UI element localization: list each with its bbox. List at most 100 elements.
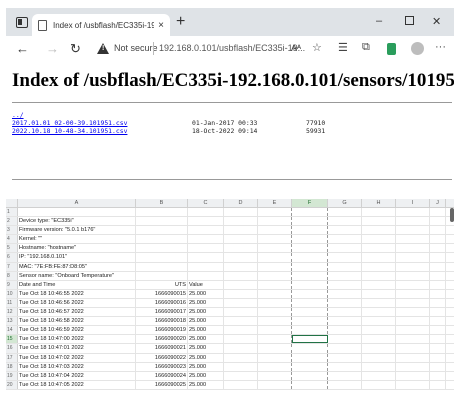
empty-cell[interactable]	[328, 226, 362, 235]
cell-a[interactable]: Kernel: ""	[18, 235, 136, 244]
empty-cell[interactable]	[430, 262, 446, 271]
empty-cell[interactable]	[258, 271, 292, 280]
column-header[interactable]: C	[188, 199, 224, 207]
cell-a[interactable]: Tue Oct 18 10:47:05 2022	[18, 380, 136, 389]
forward-icon[interactable]: →	[46, 41, 59, 56]
empty-cell[interactable]	[258, 380, 292, 389]
empty-cell[interactable]	[258, 235, 292, 244]
empty-cell[interactable]	[258, 298, 292, 308]
browser-tab[interactable]: Index of /usbflash/EC335i-192.1 ×	[32, 14, 170, 36]
row-header[interactable]: 1	[6, 208, 18, 217]
empty-cell[interactable]	[224, 326, 258, 335]
empty-cell[interactable]	[224, 362, 258, 371]
cell-a[interactable]: Tue Oct 18 10:47:01 2022	[18, 344, 136, 353]
new-tab-button[interactable]: +	[176, 14, 185, 30]
row-header[interactable]: 17	[6, 353, 18, 362]
read-aloud-icon[interactable]: Aᴬ	[291, 43, 301, 53]
cell-c[interactable]: 25.000	[188, 317, 224, 326]
cell-c[interactable]	[188, 208, 224, 217]
select-all-corner[interactable]	[6, 199, 18, 207]
cell-b[interactable]: UTS	[136, 280, 188, 289]
empty-cell[interactable]	[430, 326, 446, 335]
file-link[interactable]: 2017.01.01_02-00-39.101951.csv	[12, 119, 127, 127]
cell-a[interactable]: Tue Oct 18 10:47:04 2022	[18, 371, 136, 380]
empty-cell[interactable]	[362, 380, 396, 389]
cell-b[interactable]	[136, 244, 188, 253]
empty-cell[interactable]	[258, 362, 292, 371]
empty-cell[interactable]	[430, 280, 446, 289]
empty-cell[interactable]	[362, 298, 396, 308]
empty-cell[interactable]	[362, 335, 396, 344]
empty-cell[interactable]	[328, 244, 362, 253]
cell-a[interactable]: Hostname: "hostname"	[18, 244, 136, 253]
empty-cell[interactable]	[292, 253, 328, 262]
tab-actions-icon[interactable]	[16, 16, 28, 28]
cell-a[interactable]: Tue Oct 18 10:47:02 2022	[18, 353, 136, 362]
empty-cell[interactable]	[328, 308, 362, 317]
empty-cell[interactable]	[362, 226, 396, 235]
column-header[interactable]: A	[18, 199, 136, 207]
cell-b[interactable]: 1666090016	[136, 298, 188, 308]
empty-cell[interactable]	[224, 289, 258, 298]
empty-cell[interactable]	[328, 262, 362, 271]
empty-cell[interactable]	[258, 226, 292, 235]
empty-cell[interactable]	[430, 371, 446, 380]
cell-b[interactable]: 1666090015	[136, 289, 188, 298]
cell-c[interactable]: 25.000	[188, 380, 224, 389]
cell-c[interactable]	[188, 253, 224, 262]
empty-cell[interactable]	[396, 217, 430, 226]
cell-b[interactable]	[136, 253, 188, 262]
empty-cell[interactable]	[430, 335, 446, 344]
row-header[interactable]: 18	[6, 362, 18, 371]
cell-b[interactable]: 1666090025	[136, 380, 188, 389]
cell-c[interactable]: 25.000	[188, 344, 224, 353]
row-header[interactable]: 12	[6, 308, 18, 317]
empty-cell[interactable]	[292, 244, 328, 253]
empty-cell[interactable]	[430, 208, 446, 217]
cell-b[interactable]	[136, 208, 188, 217]
empty-cell[interactable]	[328, 380, 362, 389]
empty-cell[interactable]	[328, 280, 362, 289]
cell-c[interactable]: 25.000	[188, 326, 224, 335]
column-header[interactable]: B	[136, 199, 188, 207]
column-header[interactable]: G	[328, 199, 362, 207]
cell-c[interactable]: 25.000	[188, 289, 224, 298]
empty-cell[interactable]	[396, 253, 430, 262]
cell-a[interactable]: Tue Oct 18 10:46:59 2022	[18, 326, 136, 335]
empty-cell[interactable]	[224, 262, 258, 271]
cell-c[interactable]	[188, 271, 224, 280]
empty-cell[interactable]	[292, 308, 328, 317]
empty-cell[interactable]	[362, 362, 396, 371]
empty-cell[interactable]	[362, 244, 396, 253]
empty-cell[interactable]	[396, 235, 430, 244]
empty-cell[interactable]	[292, 226, 328, 235]
empty-cell[interactable]	[362, 317, 396, 326]
empty-cell[interactable]	[328, 335, 362, 344]
empty-cell[interactable]	[396, 271, 430, 280]
empty-cell[interactable]	[224, 208, 258, 217]
empty-cell[interactable]	[362, 371, 396, 380]
empty-cell[interactable]	[258, 326, 292, 335]
empty-cell[interactable]	[328, 289, 362, 298]
empty-cell[interactable]	[292, 262, 328, 271]
empty-cell[interactable]	[430, 289, 446, 298]
minimize-button[interactable]: –	[376, 15, 382, 27]
file-link[interactable]: 2022.10.18_10-48-34.101951.csv	[12, 127, 127, 135]
empty-cell[interactable]	[396, 326, 430, 335]
close-window-button[interactable]: ✕	[432, 15, 441, 28]
empty-cell[interactable]	[396, 344, 430, 353]
empty-cell[interactable]	[258, 253, 292, 262]
empty-cell[interactable]	[258, 208, 292, 217]
more-menu-icon[interactable]: ···	[435, 41, 446, 53]
empty-cell[interactable]	[224, 308, 258, 317]
active-cell[interactable]	[292, 335, 328, 344]
empty-cell[interactable]	[328, 362, 362, 371]
address-bar[interactable]: 192.168.0.101/usbflash/EC335i-19...	[159, 43, 305, 53]
empty-cell[interactable]	[258, 244, 292, 253]
empty-cell[interactable]	[292, 208, 328, 217]
empty-cell[interactable]	[328, 253, 362, 262]
empty-cell[interactable]	[328, 344, 362, 353]
empty-cell[interactable]	[258, 335, 292, 344]
cell-b[interactable]: 1666090020	[136, 335, 188, 344]
collections-icon[interactable]: ⧉	[362, 41, 370, 54]
